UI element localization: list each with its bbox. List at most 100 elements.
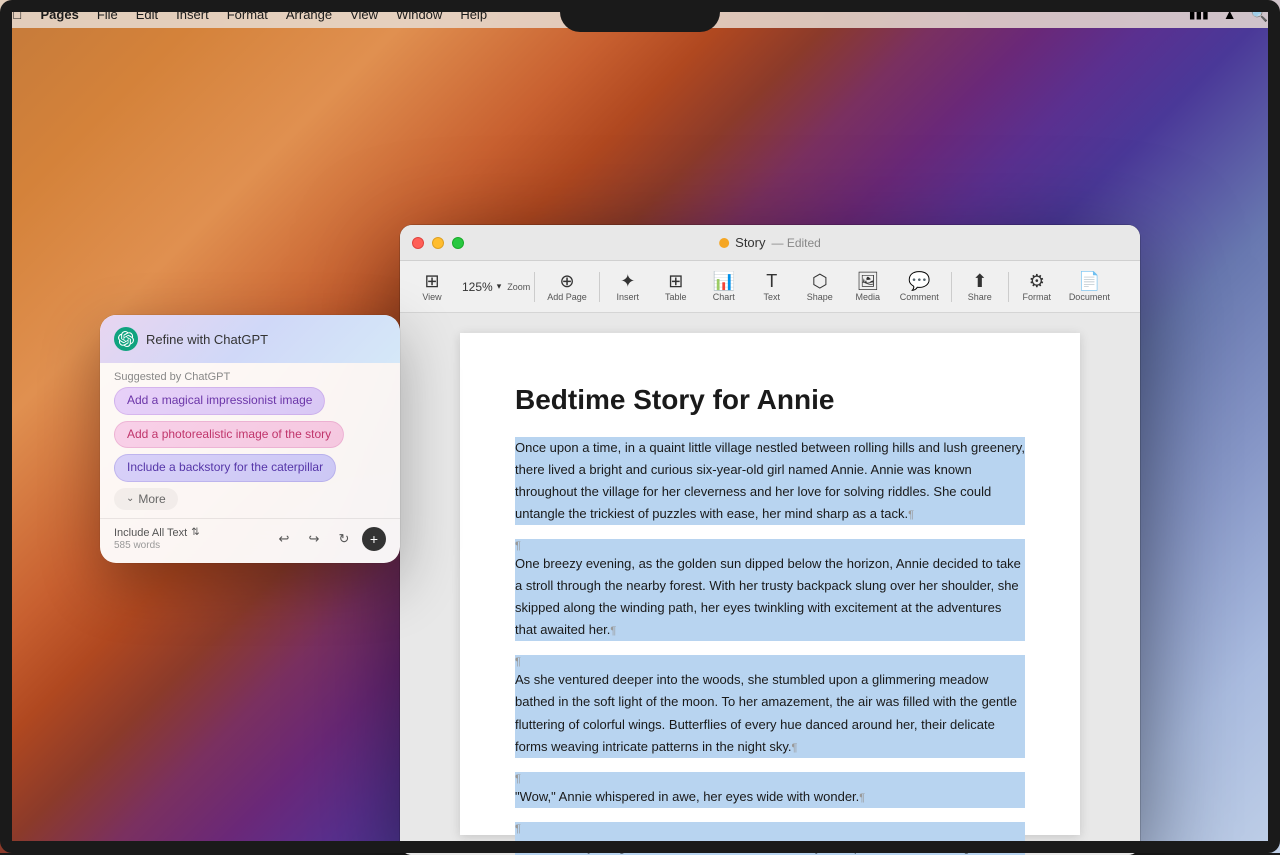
- toolbar-divider-3: [951, 272, 952, 302]
- chart-label: Chart: [713, 292, 735, 302]
- share-button[interactable]: ⬆ Share: [956, 268, 1004, 306]
- share-icon: ⬆: [972, 272, 987, 290]
- suggestion-1[interactable]: Add a magical impressionist image: [114, 387, 325, 415]
- table-icon: ⊞: [668, 272, 683, 290]
- paragraph-1-text: Once upon a time, in a quaint little vil…: [515, 440, 1025, 521]
- chatgpt-panel: Refine with ChatGPT Suggested by ChatGPT…: [100, 315, 400, 563]
- refresh-icon: ↻: [339, 531, 350, 547]
- apple-menu[interactable]: : [12, 6, 23, 22]
- add-icon: +: [370, 531, 378, 547]
- format-icon: ⚙: [1029, 272, 1045, 290]
- media-icon: 🖼: [856, 272, 879, 290]
- paragraph-3-text: As she ventured deeper into the woods, s…: [515, 672, 1017, 753]
- insert-label: Insert: [617, 292, 640, 302]
- table-button[interactable]: ⊞ Table: [652, 268, 700, 306]
- minimize-button[interactable]: [432, 237, 444, 249]
- comment-button[interactable]: 💬 Comment: [892, 268, 947, 306]
- document-heading: Bedtime Story for Annie: [515, 383, 1025, 417]
- text-button[interactable]: T Text: [748, 268, 796, 306]
- refresh-button[interactable]: ↻: [332, 527, 356, 551]
- insert-icon: ✦: [620, 272, 635, 290]
- chatgpt-input[interactable]: Refine with ChatGPT: [146, 332, 268, 347]
- chart-button[interactable]: 📊 Chart: [700, 268, 748, 306]
- include-text[interactable]: Include All Text ⇅: [114, 527, 200, 539]
- suggestions-container: Add a magical impressionist image Add a …: [100, 387, 400, 482]
- pages-toolbar: ⊞ View 125% ▾ Zoom ⊕ Add Page ✦ Insert ⊞…: [400, 261, 1140, 313]
- paragraph-2-text: One breezy evening, as the golden sun di…: [515, 556, 1021, 637]
- add-page-button[interactable]: ⊕ Add Page: [539, 268, 595, 306]
- view-button[interactable]: ⊞ View: [408, 268, 456, 306]
- paragraph-5[interactable]: But what truly caught her attention was …: [515, 836, 1025, 855]
- footer-actions: ↩ ↪ ↻ +: [272, 527, 386, 551]
- document-label: Document: [1069, 292, 1110, 302]
- pages-content: Bedtime Story for Annie Once upon a time…: [400, 313, 1140, 855]
- close-button[interactable]: [412, 237, 424, 249]
- document-color-dot: [719, 238, 729, 248]
- redo-icon: ↪: [309, 531, 320, 547]
- paragraph-1[interactable]: Once upon a time, in a quaint little vil…: [515, 437, 1025, 525]
- more-label: More: [138, 492, 165, 506]
- pages-titlebar: Story — Edited: [400, 225, 1140, 261]
- insert-button[interactable]: ✦ Insert: [604, 268, 652, 306]
- media-label: Media: [856, 292, 881, 302]
- more-button[interactable]: ⌄ More: [114, 488, 178, 510]
- chart-icon: 📊: [713, 272, 735, 290]
- shape-icon: ⬡: [812, 272, 828, 290]
- suggestion-1-text: Add a magical impressionist image: [127, 393, 312, 409]
- suggestion-3-text: Include a backstory for the caterpillar: [127, 460, 323, 476]
- edited-label: — Edited: [771, 236, 820, 250]
- menubar-app-name[interactable]: Pages: [41, 7, 79, 22]
- menubar-file[interactable]: File: [97, 7, 118, 22]
- share-label: Share: [968, 292, 992, 302]
- toolbar-divider-2: [599, 272, 600, 302]
- add-page-label: Add Page: [547, 292, 587, 302]
- zoom-label: Zoom: [507, 282, 530, 292]
- pages-window: Story — Edited ⊞ View 125% ▾ Zoom ⊕ Add …: [400, 225, 1140, 855]
- document-page[interactable]: Bedtime Story for Annie Once upon a time…: [460, 333, 1080, 835]
- wifi-icon: ▲: [1223, 6, 1237, 22]
- comment-label: Comment: [900, 292, 939, 302]
- empty-line-1: ¶: [515, 539, 1025, 553]
- battery-icon: ▮▮▮: [1189, 7, 1209, 21]
- chatgpt-footer: Include All Text ⇅ 585 words ↩ ↪ ↻ +: [100, 518, 400, 551]
- text-icon: T: [766, 272, 777, 290]
- view-icon: ⊞: [424, 272, 439, 290]
- undo-button[interactable]: ↩: [272, 527, 296, 551]
- suggestion-3[interactable]: Include a backstory for the caterpillar: [114, 454, 336, 482]
- menubar-view[interactable]: View: [350, 7, 378, 22]
- comment-icon: 💬: [908, 272, 930, 290]
- format-button[interactable]: ⚙ Format: [1013, 268, 1061, 306]
- zoom-control[interactable]: 125% ▾: [456, 276, 507, 298]
- document-title: Story: [735, 235, 765, 250]
- paragraph-2[interactable]: One breezy evening, as the golden sun di…: [515, 553, 1025, 641]
- fullscreen-button[interactable]: [452, 237, 464, 249]
- search-icon[interactable]: 🔍: [1251, 6, 1268, 23]
- document-icon: 📄: [1078, 272, 1100, 290]
- shape-button[interactable]: ⬡ Shape: [796, 268, 844, 306]
- add-button[interactable]: +: [362, 527, 386, 551]
- media-button[interactable]: 🖼 Media: [844, 268, 892, 306]
- redo-button[interactable]: ↪: [302, 527, 326, 551]
- paragraph-4[interactable]: "Wow," Annie whispered in awe, her eyes …: [515, 786, 1025, 808]
- menubar-format[interactable]: Format: [227, 7, 268, 22]
- format-label: Format: [1023, 292, 1052, 302]
- menubar-edit[interactable]: Edit: [136, 7, 158, 22]
- menubar-help[interactable]: Help: [460, 7, 487, 22]
- empty-line-4: ¶: [515, 822, 1025, 836]
- menubar-window[interactable]: Window: [396, 7, 442, 22]
- include-text-arrow: ⇅: [191, 527, 199, 538]
- add-page-icon: ⊕: [559, 272, 574, 290]
- chatgpt-input-row[interactable]: Refine with ChatGPT: [100, 315, 400, 363]
- menubar-arrange[interactable]: Arrange: [286, 7, 332, 22]
- empty-line-2: ¶: [515, 655, 1025, 669]
- table-label: Table: [665, 292, 687, 302]
- suggestion-2[interactable]: Add a photorealistic image of the story: [114, 421, 344, 449]
- text-label: Text: [764, 292, 781, 302]
- document-button[interactable]: 📄 Document: [1061, 268, 1118, 306]
- zoom-chevron: ▾: [497, 281, 502, 292]
- paragraph-3[interactable]: As she ventured deeper into the woods, s…: [515, 669, 1025, 757]
- chatgpt-logo-svg: [118, 331, 134, 347]
- menubar-insert[interactable]: Insert: [176, 7, 209, 22]
- window-title: Story — Edited: [719, 235, 821, 250]
- toolbar-divider-4: [1008, 272, 1009, 302]
